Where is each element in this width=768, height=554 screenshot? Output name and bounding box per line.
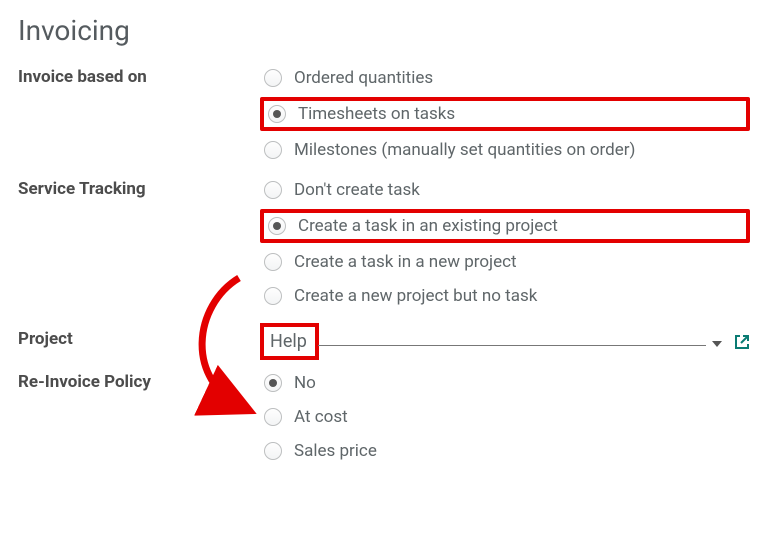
project-divider-line — [318, 345, 706, 346]
radio-icon — [264, 287, 282, 305]
label-reinvoice-policy: Re-Invoice Policy — [18, 366, 260, 392]
radio-label: Create a new project but no task — [294, 285, 537, 307]
field-service-tracking: Service Tracking Don't create task Creat… — [18, 173, 750, 313]
radio-icon — [264, 141, 282, 159]
field-reinvoice-policy: Re-Invoice Policy No At cost Sales price — [18, 366, 750, 468]
radio-icon — [264, 181, 282, 199]
radio-icon — [268, 217, 286, 235]
options-invoice-based-on: Ordered quantities Timesheets on tasks M… — [260, 61, 750, 167]
radio-label: Timesheets on tasks — [298, 103, 455, 125]
radio-icon — [264, 374, 282, 392]
radio-label: Create a task in an existing project — [298, 215, 558, 237]
label-service-tracking: Service Tracking — [18, 173, 260, 199]
radio-label: Don't create task — [294, 179, 420, 201]
radio-task-existing-project[interactable]: Create a task in an existing project — [260, 209, 750, 243]
radio-milestones[interactable]: Milestones (manually set quantities on o… — [260, 133, 750, 167]
project-select-row: Help — [260, 323, 750, 360]
options-reinvoice-policy: No At cost Sales price — [260, 366, 750, 468]
external-link-icon[interactable] — [734, 334, 750, 350]
radio-reinvoice-no[interactable]: No — [260, 366, 750, 400]
radio-icon — [264, 408, 282, 426]
radio-timesheets-on-tasks[interactable]: Timesheets on tasks — [260, 97, 750, 131]
radio-label: Ordered quantities — [294, 67, 433, 89]
radio-project-no-task[interactable]: Create a new project but no task — [260, 279, 750, 313]
radio-label: Create a task in a new project — [294, 251, 517, 273]
label-invoice-based-on: Invoice based on — [18, 61, 260, 87]
field-project: Project Help — [18, 323, 750, 360]
radio-reinvoice-sales-price[interactable]: Sales price — [260, 434, 750, 468]
radio-ordered-quantities[interactable]: Ordered quantities — [260, 61, 750, 95]
radio-icon — [268, 105, 286, 123]
label-project: Project — [18, 323, 260, 349]
radio-label: Milestones (manually set quantities on o… — [294, 139, 635, 161]
radio-label: No — [294, 372, 316, 394]
radio-dont-create-task[interactable]: Don't create task — [260, 173, 750, 207]
radio-task-new-project[interactable]: Create a task in a new project — [260, 245, 750, 279]
field-invoice-based-on: Invoice based on Ordered quantities Time… — [18, 61, 750, 167]
radio-label: Sales price — [294, 440, 377, 462]
section-title: Invoicing — [18, 14, 750, 47]
project-select-value[interactable]: Help — [260, 323, 319, 360]
radio-icon — [264, 69, 282, 87]
radio-icon — [264, 253, 282, 271]
project-value-text: Help — [270, 331, 307, 352]
invoicing-settings-panel: Invoicing Invoice based on Ordered quant… — [0, 0, 768, 492]
radio-reinvoice-at-cost[interactable]: At cost — [260, 400, 750, 434]
chevron-down-icon[interactable] — [712, 332, 722, 351]
radio-icon — [264, 442, 282, 460]
options-service-tracking: Don't create task Create a task in an ex… — [260, 173, 750, 313]
radio-label: At cost — [294, 406, 348, 428]
